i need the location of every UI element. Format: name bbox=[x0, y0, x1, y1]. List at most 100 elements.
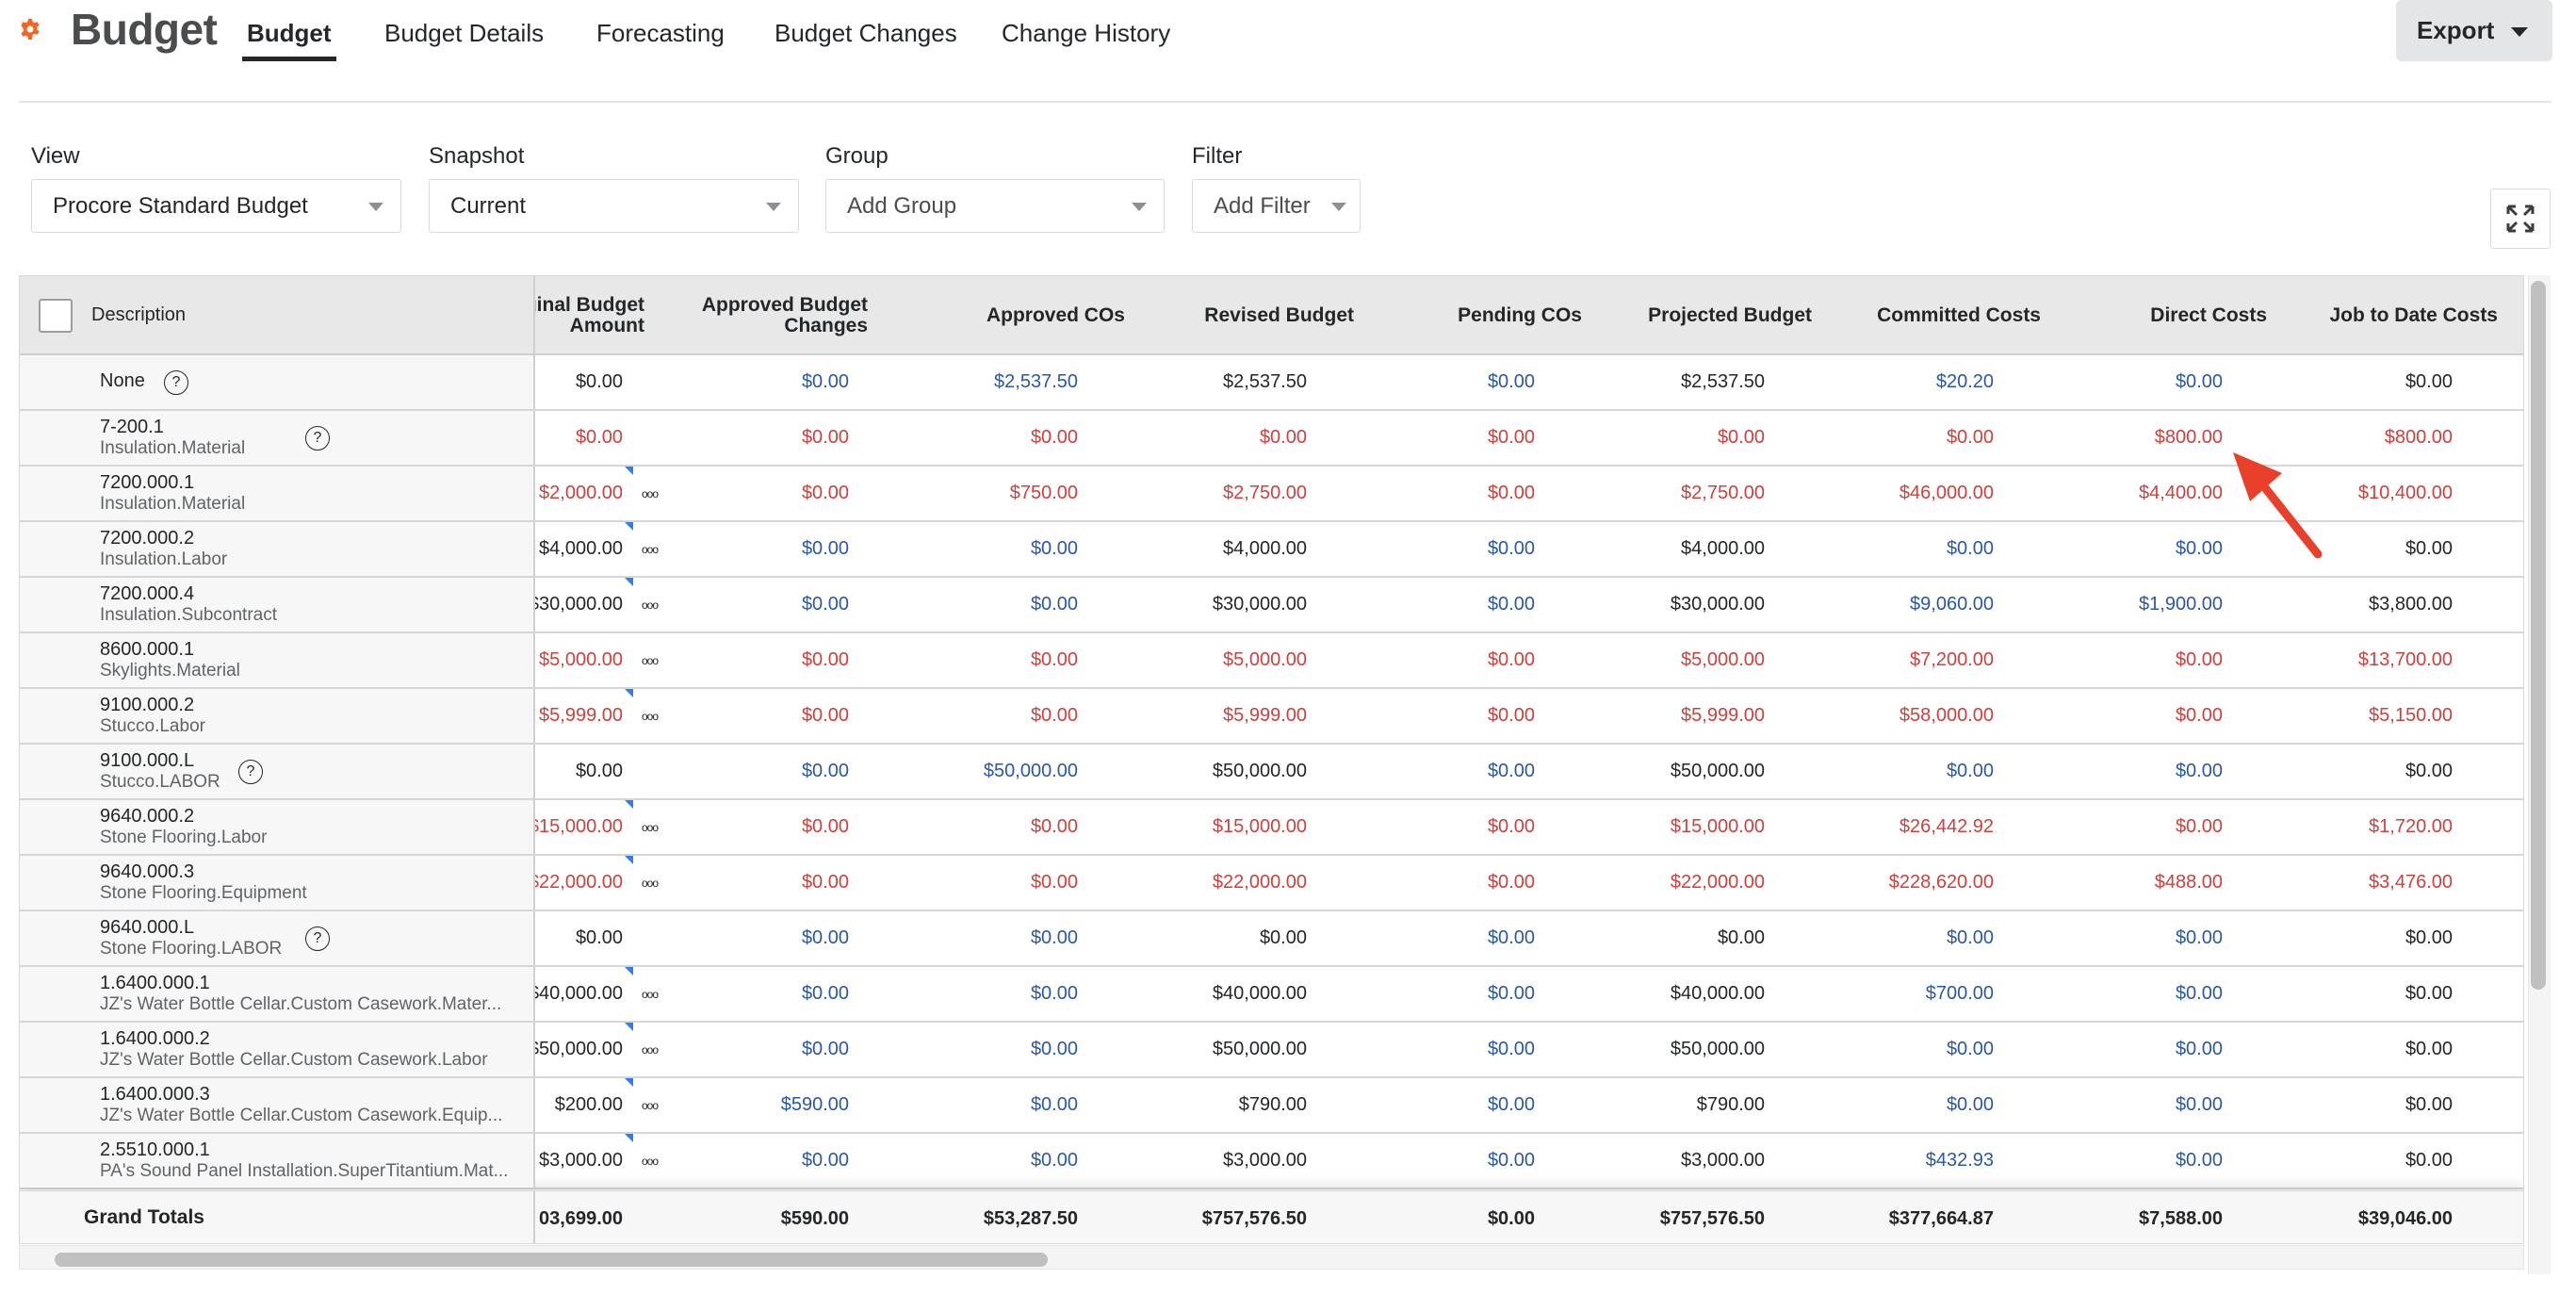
cost-code-description: Skylights.Material bbox=[100, 661, 240, 680]
table-row[interactable]: 8600.000.1 Skylights.Material $5,000.00 $0.… bbox=[20, 633, 2523, 689]
more-options-icon[interactable]: ooo bbox=[642, 543, 659, 556]
more-options-icon[interactable]: ooo bbox=[642, 1155, 659, 1168]
export-button[interactable]: Export bbox=[2396, 0, 2552, 61]
cell-committed-costs: $0.00 bbox=[1946, 927, 1994, 948]
cell-pending-cos: $0.00 bbox=[1487, 1150, 1535, 1171]
tab-budget-changes[interactable]: Budget Changes bbox=[774, 19, 957, 48]
more-options-icon[interactable]: ooo bbox=[642, 1099, 659, 1112]
tab-forecasting[interactable]: Forecasting bbox=[596, 19, 725, 48]
horizontal-scrollbar-thumb[interactable] bbox=[55, 1253, 1048, 1267]
more-options-icon[interactable]: ooo bbox=[642, 710, 659, 723]
total-job-to-date-costs: $39,046.00 bbox=[2357, 1207, 2453, 1229]
more-options-icon[interactable]: ooo bbox=[642, 988, 659, 1001]
cell-revised-budget: $2,750.00 bbox=[1223, 483, 1307, 503]
table-row[interactable]: 1.6400.000.2 JZ's Water Bottle Cellar.Cus… bbox=[20, 1023, 2523, 1078]
more-options-icon[interactable]: ooo bbox=[642, 654, 659, 667]
table-row[interactable]: 1.6400.000.3 JZ's Water Bottle Cellar.Cus… bbox=[20, 1078, 2523, 1134]
cell-approved-budget-changes: $0.00 bbox=[801, 1039, 849, 1059]
cell-revised-budget: $3,000.00 bbox=[1223, 1150, 1307, 1171]
table-row[interactable]: 9100.000.2 Stucco.Labor $5,999.00 $0.00 $0.0… bbox=[20, 689, 2523, 745]
group-select[interactable]: Add Group bbox=[825, 179, 1165, 233]
table-row[interactable]: 9640.000.L Stone Flooring.LABOR? $0.00 $0.0… bbox=[20, 911, 2523, 967]
view-select[interactable]: Procore Standard Budget bbox=[31, 179, 401, 233]
cost-code-description: Stone Flooring.LABOR bbox=[100, 939, 283, 959]
help-circle-icon[interactable]: ? bbox=[164, 370, 188, 395]
more-options-icon[interactable]: ooo bbox=[642, 598, 659, 612]
help-circle-icon[interactable]: ? bbox=[238, 760, 263, 784]
cell-approved-cos: $0.00 bbox=[1030, 1150, 1078, 1171]
cell-job-to-date-costs: $0.00 bbox=[2405, 761, 2453, 781]
table-row[interactable]: 1.6400.000.1 JZ's Water Bottle Cellar.Cus… bbox=[20, 967, 2523, 1023]
cell-revised-budget: $2,537.50 bbox=[1223, 371, 1307, 392]
fullscreen-button[interactable] bbox=[2490, 189, 2551, 249]
cell-revised-budget: $5,999.00 bbox=[1223, 705, 1307, 726]
cell-pending-cos: $0.00 bbox=[1487, 872, 1535, 893]
column-header-revised-budget[interactable]: Revised Budget bbox=[1137, 276, 1354, 355]
cell-pending-cos: $0.00 bbox=[1487, 927, 1535, 948]
cost-code-description: Insulation.Labor bbox=[100, 549, 228, 569]
cost-code-description: Insulation.Material bbox=[100, 494, 246, 514]
column-header-original-budget[interactable]: ginal Budget Amount bbox=[525, 276, 644, 355]
column-header-pending-cos[interactable]: Pending COs bbox=[1365, 276, 1582, 355]
help-circle-icon[interactable]: ? bbox=[305, 926, 330, 951]
cell-approved-budget-changes: $0.00 bbox=[801, 761, 849, 781]
cell-direct-costs: $800.00 bbox=[2154, 427, 2223, 448]
vertical-scrollbar-thumb[interactable] bbox=[2531, 281, 2546, 990]
cell-approved-cos: $0.00 bbox=[1030, 427, 1078, 448]
column-header-job-to-date-costs[interactable]: Job to Date Costs bbox=[2281, 276, 2498, 355]
table-row[interactable]: 9640.000.2 Stone Flooring.Labor $15,000.00… bbox=[20, 800, 2523, 856]
cell-pending-cos: $0.00 bbox=[1487, 983, 1535, 1004]
table-row[interactable]: 7200.000.1 Insulation.Material $2,000.00 $0… bbox=[20, 467, 2523, 522]
table-row[interactable]: 7200.000.2 Insulation.Labor $4,000.00 $0.00… bbox=[20, 522, 2523, 578]
table-row[interactable]: 2.5510.000.1 PA's Sound Panel Installatio… bbox=[20, 1134, 2523, 1189]
cell-revised-budget: $22,000.00 bbox=[1212, 872, 1307, 893]
cell-approved-cos: $0.00 bbox=[1030, 705, 1078, 726]
column-header-projected-budget[interactable]: Projected Budget bbox=[1595, 276, 1812, 355]
select-all-checkbox[interactable] bbox=[39, 299, 73, 333]
snapshot-select[interactable]: Current bbox=[429, 179, 799, 233]
cell-committed-costs: $0.00 bbox=[1946, 538, 1994, 559]
grand-totals-label: Grand Totals bbox=[84, 1206, 204, 1228]
cell-approved-budget-changes: $0.00 bbox=[801, 483, 849, 503]
cost-code: 2.5510.000.1 bbox=[100, 1139, 210, 1160]
filter-select[interactable]: Add Filter bbox=[1192, 179, 1361, 233]
more-options-icon[interactable]: ooo bbox=[642, 487, 659, 500]
cell-committed-costs: $0.00 bbox=[1946, 1094, 1994, 1115]
help-circle-icon[interactable]: ? bbox=[305, 426, 330, 451]
cell-revised-budget: $15,000.00 bbox=[1212, 816, 1307, 837]
table-row[interactable]: 9100.000.L Stucco.LABOR? $0.00 $0.00 $50,000… bbox=[20, 745, 2523, 800]
tab-change-history[interactable]: Change History bbox=[1002, 19, 1170, 48]
cell-committed-costs: $700.00 bbox=[1925, 983, 1994, 1004]
cell-projected-budget: $4,000.00 bbox=[1681, 538, 1765, 559]
table-row[interactable]: 9640.000.3 Stone Flooring.Equipment $22,00… bbox=[20, 856, 2523, 911]
cell-projected-budget: $2,750.00 bbox=[1681, 483, 1765, 503]
column-header-approved-budget-changes[interactable]: Approved Budget Changes bbox=[679, 276, 868, 355]
tab-budget[interactable]: Budget bbox=[242, 19, 336, 61]
cell-committed-costs: $432.93 bbox=[1925, 1150, 1994, 1171]
cost-code-description: Stucco.Labor bbox=[100, 716, 205, 736]
table-row[interactable]: None? $0.00 $0.00 $2,537.50 $2,537.50 $0.00 $2… bbox=[20, 355, 2523, 411]
cell-direct-costs: $4,400.00 bbox=[2139, 483, 2223, 503]
cell-pending-cos: $0.00 bbox=[1487, 816, 1535, 837]
cell-job-to-date-costs: $0.00 bbox=[2405, 1039, 2453, 1059]
table-row[interactable]: 7200.000.4 Insulation.Subcontract $30,000.… bbox=[20, 578, 2523, 633]
more-options-icon[interactable]: ooo bbox=[642, 821, 659, 834]
tab-budget-details[interactable]: Budget Details bbox=[384, 19, 544, 48]
cell-committed-costs: $228,620.00 bbox=[1888, 872, 1994, 893]
description-cell: 9640.000.L Stone Flooring.LABOR? bbox=[20, 911, 535, 965]
table-row[interactable]: 7-200.1 Insulation.Material? $0.00 $0.00 $0.… bbox=[20, 411, 2523, 467]
view-select-value: Procore Standard Budget bbox=[53, 192, 308, 219]
description-cell: 7200.000.4 Insulation.Subcontract bbox=[20, 578, 535, 631]
total-revised-budget: $757,576.50 bbox=[1201, 1207, 1307, 1229]
more-options-icon[interactable]: ooo bbox=[642, 877, 659, 890]
column-header-direct-costs[interactable]: Direct Costs bbox=[2050, 276, 2267, 355]
filter-select-placeholder: Add Filter bbox=[1214, 192, 1311, 219]
column-header-approved-cos[interactable]: Approved COs bbox=[908, 276, 1125, 355]
more-options-icon[interactable]: ooo bbox=[642, 1043, 659, 1057]
column-header-committed-costs[interactable]: Committed Costs bbox=[1824, 276, 2041, 355]
grand-totals-row: Grand Totals 03,699.00 $590.00 $53,287.50 $… bbox=[20, 1190, 2523, 1243]
cost-code: 9640.000.3 bbox=[100, 861, 195, 882]
cost-code-description: JZ's Water Bottle Cellar.Custom Casework… bbox=[100, 1050, 488, 1070]
cell-direct-costs: $0.00 bbox=[2175, 538, 2223, 559]
cell-approved-cos: $0.00 bbox=[1030, 538, 1078, 559]
